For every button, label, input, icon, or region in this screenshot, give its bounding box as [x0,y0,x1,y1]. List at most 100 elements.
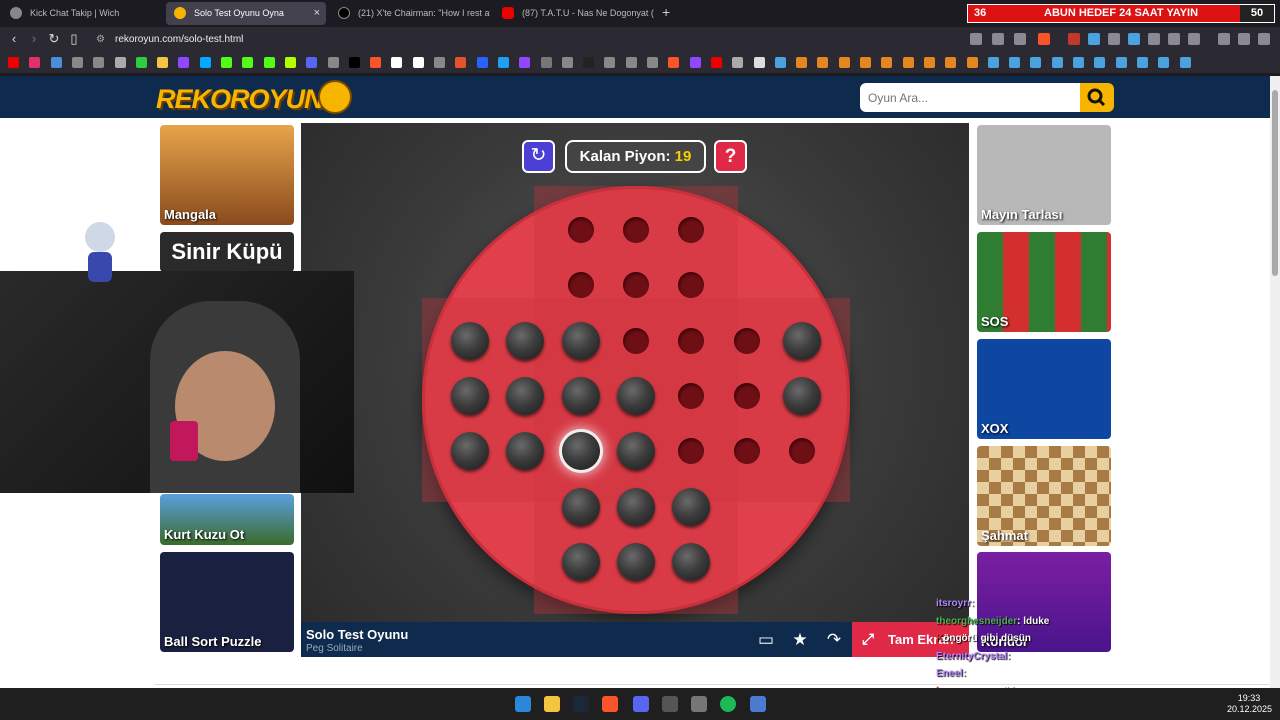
download-icon[interactable] [1218,33,1230,45]
empty-hole[interactable] [788,438,815,465]
bookmark-icon[interactable] [668,57,680,68]
game-card-kurt-kuzu-ot[interactable]: Kurt Kuzu Ot [160,494,294,545]
peg[interactable] [561,321,600,360]
game-card-xox[interactable]: XOX [977,339,1111,439]
browser-tab-active[interactable]: Solo Test Oyunu Oyna × [166,2,326,25]
search-button[interactable] [1080,83,1114,112]
media-icon[interactable] [1238,33,1250,45]
bookmark-icon[interactable] [1030,57,1042,68]
game-canvas[interactable]: ↻ Kalan Piyon: 19 ? [301,123,969,657]
bookmark-icon[interactable] [945,57,957,68]
peg[interactable] [561,542,600,581]
peg[interactable] [617,487,655,526]
bookmark-icon[interactable] [50,57,62,68]
bookmark-icon[interactable] [1094,57,1106,68]
bookmark-icon[interactable] [114,57,126,68]
brave-icon[interactable] [602,696,618,712]
bookmark-icon[interactable] [774,57,786,68]
extension-icon[interactable] [1108,33,1120,45]
peg[interactable] [782,377,821,415]
peg[interactable] [506,321,545,360]
site-info-icon[interactable]: ⚙ [96,30,105,50]
bookmark-icon[interactable] [135,57,147,68]
bookmark-icon[interactable] [647,57,658,68]
bookmark-icon[interactable] [93,57,105,68]
peg[interactable] [451,321,490,360]
search-input[interactable] [860,83,1080,112]
bookmark-icon[interactable] [860,57,871,68]
bookmark-icon[interactable] [1158,57,1170,68]
menu-icon[interactable] [1258,33,1270,45]
bookmark-icon[interactable] [519,57,531,68]
bookmark-icon[interactable] [284,57,296,68]
bookmark-icon[interactable] [1115,57,1127,68]
bookmark-icon[interactable] [29,57,41,68]
bookmark-icon[interactable] [178,57,190,68]
peg[interactable] [672,487,711,526]
site-logo[interactable]: REKOROYUN [156,84,324,115]
bookmark-icon[interactable] [817,57,829,68]
bookmark-icon[interactable] [604,57,616,68]
extension-icon[interactable] [1128,33,1140,45]
bookmark-icon[interactable] [987,57,999,68]
extension-icon[interactable] [1068,33,1080,45]
game-card-mangala[interactable]: Mangala [160,125,294,225]
bookmark-icon[interactable] [710,57,722,68]
bookmark-icon[interactable] [561,57,573,68]
bookmark-icon[interactable] [221,57,232,68]
bookmark-icon[interactable] [199,57,211,68]
app-icon[interactable] [750,696,766,712]
empty-hole[interactable] [733,383,760,409]
bookmark-icon[interactable] [625,57,637,68]
browser-tab[interactable]: Kick Chat Takip | Wich [2,2,162,25]
bookmark-icon[interactable] [881,57,893,68]
share-icon[interactable] [1014,33,1026,45]
bookmark-icon[interactable] [689,57,701,68]
discord-icon[interactable] [633,696,649,712]
peg[interactable] [451,377,490,415]
restart-button[interactable]: ↻ [522,140,555,173]
bookmark-icon[interactable] [71,57,83,68]
scrollbar-thumb[interactable] [1272,90,1278,276]
bookmark-icon[interactable] [1009,57,1021,68]
bookmark-icon[interactable] [753,57,765,68]
empty-hole[interactable] [623,217,649,244]
selected-peg[interactable] [561,432,600,471]
bookmark-icon[interactable] [796,57,808,68]
bookmark-icon[interactable] [540,57,552,68]
spotify-icon[interactable] [720,696,736,712]
system-clock[interactable]: 19:33 20.12.2025 [1227,693,1272,715]
brave-shield-icon[interactable] [1038,33,1050,45]
app-icon[interactable] [691,696,707,712]
bookmark-page-icon[interactable]: ▯ [65,31,83,47]
close-tab-icon[interactable]: × [314,2,320,25]
reload-icon[interactable]: ↻ [45,31,63,47]
bookmark-icon[interactable] [434,57,445,68]
bookmark-icon[interactable] [1179,57,1191,68]
bookmark-icon[interactable] [455,57,467,68]
bookmark-icon[interactable] [923,57,935,68]
app-icon[interactable] [662,696,678,712]
extension-icon[interactable] [1148,33,1160,45]
help-button[interactable]: ? [714,140,747,173]
sidebar-icon[interactable] [1188,33,1200,45]
bookmark-icon[interactable] [838,57,850,68]
bookmark-icon[interactable] [370,57,382,68]
peg[interactable] [561,377,600,415]
new-tab-button[interactable]: + [662,4,670,20]
reader-icon[interactable] [992,33,1004,45]
extensions-puzzle-icon[interactable] [1168,33,1180,45]
bookmark-icon[interactable] [348,57,360,68]
bookmark-icon[interactable] [583,57,595,68]
bookmark-icon[interactable] [327,57,339,68]
zoom-icon[interactable] [970,33,982,45]
share-game-icon[interactable]: ↷ [817,622,851,657]
empty-hole[interactable] [567,217,594,244]
game-card-ball-sort[interactable]: Ball Sort Puzzle [160,552,294,652]
empty-hole[interactable] [733,327,760,354]
windows-start-icon[interactable] [515,696,531,712]
bookmark-icon[interactable] [242,57,254,68]
empty-hole[interactable] [678,327,705,354]
bookmark-icon[interactable] [412,57,424,68]
forward-icon[interactable]: › [25,31,43,46]
